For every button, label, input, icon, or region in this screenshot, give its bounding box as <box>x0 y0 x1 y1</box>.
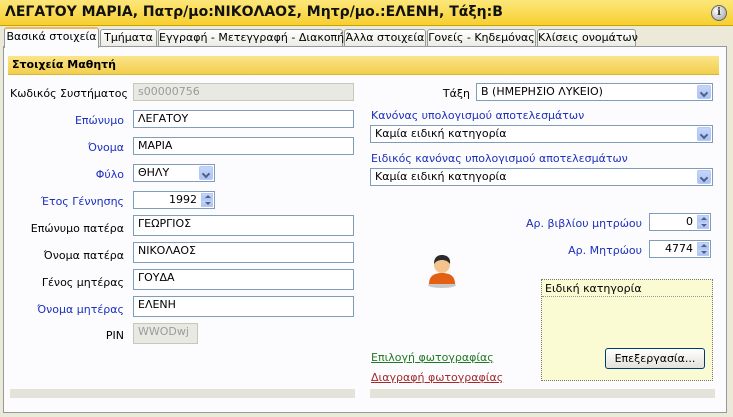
calc-rule-label: Κανόνας υπολογισμού αποτελεσμάτων <box>371 109 585 122</box>
registry-book-label: Αρ. βιβλίου μητρώου <box>526 217 642 230</box>
info-icon[interactable]: i <box>711 5 727 21</box>
birth-year-stepper[interactable]: 1992 <box>133 191 215 209</box>
spinner-icon[interactable] <box>697 242 709 256</box>
system-code-label: Κωδικός Συστήματος <box>10 87 128 100</box>
father-name-field[interactable]: ΝΙΚΟΛΑΟΣ <box>133 242 354 263</box>
registry-no-value: 4774 <box>665 242 693 255</box>
tab-other-info[interactable]: Άλλα στοιχεία <box>344 29 426 46</box>
system-code-field: s00000756 <box>133 83 354 101</box>
section-header: Στοιχεία Μαθητή <box>8 56 719 75</box>
mother-surname-field[interactable]: ΓΟΥΔΑ <box>133 269 354 290</box>
mother-name-label: Όνομα μητέρας <box>37 303 124 316</box>
calc-rule-value: Καμία ειδική κατηγορία <box>375 127 507 140</box>
tab-sections[interactable]: Τμήματα <box>100 29 157 46</box>
mother-surname-label: Γένος μητέρας <box>41 276 124 289</box>
father-surname-label: Επώνυμο πατέρα <box>30 222 124 235</box>
name-field[interactable]: ΜΑΡΙΑ <box>133 137 354 155</box>
class-label: Τάξη <box>442 87 470 100</box>
right-scroll-strip <box>370 389 715 398</box>
tab-name-declensions[interactable]: Κλίσεις ονομάτων <box>537 29 638 46</box>
father-surname-field[interactable]: ΓΕΩΡΓΙΟΣ <box>133 215 354 236</box>
tab-basic-info[interactable]: Βασικά στοιχεία <box>4 27 99 48</box>
registry-no-stepper[interactable]: 4774 <box>649 240 711 258</box>
pin-field: WWODwj <box>133 323 198 344</box>
window-title: ΛΕΓΑΤΟΥ ΜΑΡΙΑ, Πατρ/μο:ΝΙΚΟΛΑΟΣ, Μητρ/μο… <box>5 4 503 20</box>
special-category-title: Ειδική κατηγορία <box>545 282 642 295</box>
delete-photo-link[interactable]: Διαγραφή φωτογραφίας <box>371 371 503 384</box>
gender-value: ΘΗΛΥ <box>138 166 170 179</box>
select-photo-link[interactable]: Επιλογή φωτογραφίας <box>371 351 494 364</box>
birth-year-label: Έτος Γέννησης <box>40 195 124 208</box>
chevron-down-icon[interactable] <box>697 85 711 99</box>
spinner-icon[interactable] <box>201 193 213 207</box>
special-calc-rule-label: Ειδικός κανόνας υπολογισμού αποτελεσμάτω… <box>371 152 628 165</box>
special-category-header: Ειδική κατηγορία <box>542 280 712 297</box>
class-select[interactable]: Β (ΗΜΕΡΗΣΙΟ ΛΥΚΕΙΟ) <box>476 83 713 101</box>
pin-label: PIN <box>105 329 124 342</box>
calc-rule-select[interactable]: Καμία ειδική κατηγορία <box>370 125 713 143</box>
chevron-down-icon[interactable] <box>199 166 213 180</box>
gender-select[interactable]: ΘΗΛΥ <box>133 164 215 182</box>
edit-button[interactable]: Επεξεργασία... <box>605 348 705 369</box>
father-name-label: Όνομα πατέρα <box>43 249 124 262</box>
tab-parents[interactable]: Γονείς - Κηδεμόνας <box>427 29 536 46</box>
special-calc-rule-select[interactable]: Καμία ειδική κατηγορία <box>370 168 713 186</box>
person-icon <box>428 255 456 288</box>
class-value: Β (ΗΜΕΡΗΣΙΟ ΛΥΚΕΙΟ) <box>481 85 603 98</box>
surname-label: Επώνυμο <box>74 114 124 127</box>
tab-enrollment[interactable]: Εγγραφή - Μετεγγραφή - Διακοπή <box>158 29 344 46</box>
mother-name-field[interactable]: ΕΛΕΝΗ <box>133 296 354 317</box>
chevron-down-icon[interactable] <box>697 170 711 184</box>
registry-no-label: Αρ. Μητρώου <box>568 244 642 257</box>
gender-label: Φύλο <box>95 168 124 181</box>
title-bar: ΛΕΓΑΤΟΥ ΜΑΡΙΑ, Πατρ/μο:ΝΙΚΟΛΑΟΣ, Μητρ/μο… <box>0 0 733 26</box>
name-label: Όνομα <box>87 141 124 154</box>
section-title: Στοιχεία Μαθητή <box>12 58 117 71</box>
registry-book-stepper[interactable]: 0 <box>649 213 711 231</box>
surname-field[interactable]: ΛΕΓΑΤΟΥ <box>133 110 354 128</box>
special-calc-rule-value: Καμία ειδική κατηγορία <box>375 170 507 183</box>
registry-book-value: 0 <box>686 215 693 228</box>
birth-year-value: 1992 <box>169 193 197 206</box>
chevron-down-icon[interactable] <box>697 127 711 141</box>
left-scroll-strip <box>10 389 355 398</box>
spinner-icon[interactable] <box>697 215 709 229</box>
